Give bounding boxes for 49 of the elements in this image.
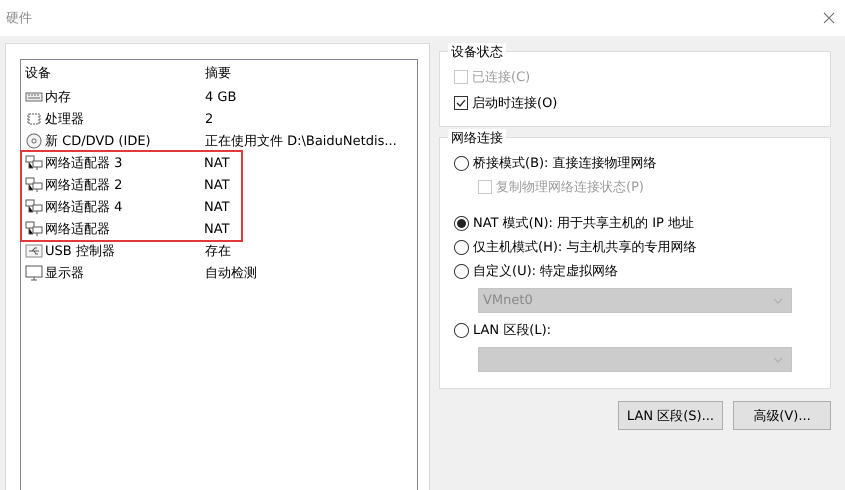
device-summary: NAT	[204, 200, 231, 214]
network-icon	[25, 199, 43, 215]
radio-label[interactable]: LAN 区段(L):	[473, 321, 552, 339]
window-title: 硬件	[6, 10, 32, 27]
radio-label[interactable]: 自定义(U): 特定虚拟网络	[473, 262, 618, 280]
group-title: 网络连接	[448, 129, 506, 147]
network-icon	[25, 177, 43, 193]
radio-label[interactable]: 桥接模式(B): 直接连接物理网络	[473, 154, 657, 172]
dialog-button[interactable]: 高级(V)...	[733, 401, 831, 430]
device-summary: 存在	[205, 243, 232, 260]
usb-icon	[25, 243, 43, 259]
network-icon	[25, 221, 43, 237]
device-name[interactable]: 新 CD/DVD (IDE)	[25, 132, 205, 150]
checkbox[interactable]	[454, 96, 468, 110]
radio-button[interactable]	[454, 322, 469, 338]
device-summary: 正在使用文件 D:\BaiduNetdis...	[205, 133, 398, 150]
device-summary: NAT	[204, 222, 231, 236]
column-header[interactable]: 设备	[25, 64, 205, 82]
radio-label[interactable]: 仅主机模式(H): 与主机共享的专用网络	[473, 238, 696, 256]
monitor-icon	[25, 265, 43, 281]
column-header[interactable]: 摘要	[205, 64, 417, 82]
radio-button[interactable]	[454, 264, 469, 278]
chevron-down-icon	[773, 356, 783, 362]
checkbox-label[interactable]: 启动时连接(O)	[472, 94, 558, 112]
device-summary: 2	[205, 112, 214, 126]
device-name[interactable]: 网络适配器 4	[25, 198, 204, 216]
device-summary: 自动检测	[205, 265, 258, 282]
chevron-down-icon	[773, 298, 783, 304]
device-name[interactable]: USB 控制器	[25, 242, 205, 260]
disc-icon	[25, 133, 43, 149]
device-name[interactable]: 网络适配器 3	[25, 154, 204, 172]
device-summary: 4 GB	[205, 90, 238, 104]
group-title: 设备状态	[448, 43, 506, 61]
radio-button[interactable]	[454, 240, 469, 254]
device-name[interactable]: 处理器	[25, 110, 205, 128]
device-name[interactable]: 网络适配器	[25, 220, 204, 238]
radio-button[interactable]	[454, 156, 469, 170]
check-icon	[455, 97, 467, 109]
radio-label[interactable]: NAT 模式(N): 用于共享主机的 IP 地址	[473, 214, 694, 232]
radio-button[interactable]	[454, 216, 469, 230]
close-icon[interactable]	[823, 12, 835, 24]
chip-icon	[25, 111, 43, 127]
device-name[interactable]: 内存	[25, 88, 205, 106]
device-summary: NAT	[204, 156, 231, 170]
dialog-button[interactable]: LAN 区段(S)...	[618, 401, 723, 430]
network-icon	[25, 155, 43, 171]
device-summary: NAT	[204, 178, 231, 192]
device-name[interactable]: 显示器	[25, 264, 205, 282]
device-name[interactable]: 网络适配器 2	[25, 176, 204, 194]
